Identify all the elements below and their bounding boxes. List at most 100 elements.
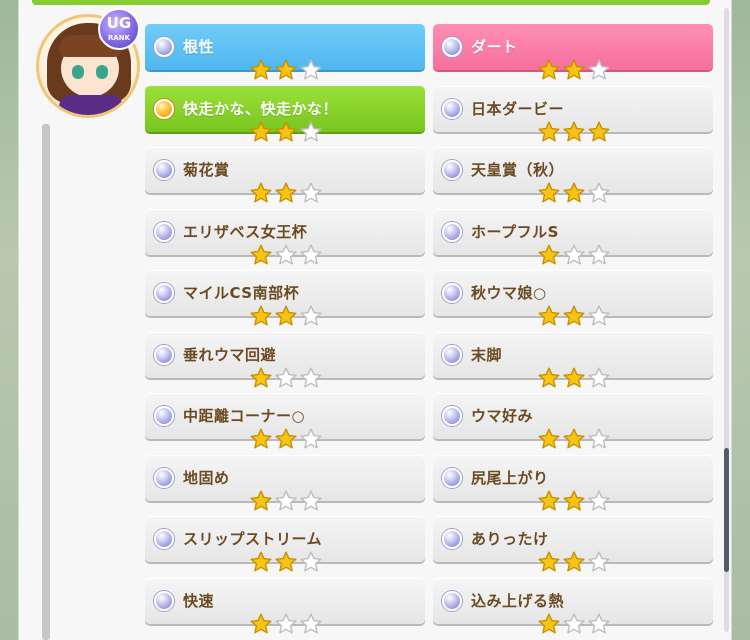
skill-gem-icon	[442, 344, 462, 365]
skill-cell: 根性	[145, 24, 425, 86]
star-filled-icon	[250, 244, 272, 264]
skill-gem-icon	[154, 37, 174, 57]
star-empty-icon	[563, 613, 585, 633]
star-filled-icon	[563, 551, 585, 572]
skill-star-rating	[537, 304, 611, 328]
star-filled-icon	[538, 490, 560, 510]
skill-star-rating	[249, 181, 323, 205]
star-filled-icon	[275, 305, 297, 326]
skill-star-rating	[249, 612, 323, 636]
star-filled-icon	[250, 613, 272, 633]
star-filled-icon	[563, 305, 585, 326]
star-filled-icon	[250, 367, 272, 387]
star-filled-icon	[538, 244, 560, 264]
skill-label: 快速	[183, 591, 215, 610]
skill-gem-icon	[154, 283, 174, 303]
star-empty-icon	[588, 182, 610, 203]
skill-label: エリザベス女王杯	[183, 222, 308, 241]
star-filled-icon	[275, 551, 297, 572]
skill-gem-icon	[442, 529, 462, 549]
star-filled-icon	[538, 613, 560, 633]
star-filled-icon	[250, 551, 272, 572]
skill-label: スリップストリーム	[183, 530, 323, 548]
skill-star-rating	[249, 550, 323, 574]
star-filled-icon	[275, 121, 297, 141]
star-filled-icon	[250, 121, 272, 141]
star-filled-icon	[538, 121, 560, 141]
skill-list: 根性 ダート 快走かな、快走かな！ 日本ダービー 菊花賞 天皇賞（秋） エリザベス女王杯 ホー…	[145, 24, 713, 640]
skill-star-rating	[249, 243, 323, 267]
skill-cell: 中距離コーナー○	[145, 393, 425, 455]
star-filled-icon	[250, 490, 272, 510]
skill-label: 末脚	[471, 345, 503, 364]
star-filled-icon	[538, 367, 560, 387]
star-empty-icon	[300, 182, 322, 203]
rank-number: 4	[132, 11, 137, 19]
skill-gem-icon	[442, 98, 462, 119]
star-empty-icon	[588, 244, 610, 264]
skill-label: 込み上げる熱	[471, 591, 565, 610]
skill-gem-icon	[154, 406, 174, 426]
skill-label: 垂れウマ回避	[183, 345, 277, 364]
skill-cell: ホープフルS	[433, 208, 713, 271]
skill-label: 快走かな、快走かな！	[183, 99, 339, 118]
star-filled-icon	[250, 305, 272, 326]
rank-caption: RANK	[107, 34, 131, 42]
star-filled-icon	[538, 59, 560, 80]
skill-label: 尻尾上がり	[471, 468, 549, 487]
top-accent-bar	[32, 0, 710, 5]
scrollbar-thumb[interactable]	[724, 448, 729, 572]
skill-cell: ウマ好み	[433, 393, 713, 455]
skill-star-rating	[249, 427, 323, 451]
skill-star-rating	[537, 366, 611, 390]
star-filled-icon	[275, 59, 297, 80]
skill-label: 根性	[183, 38, 215, 56]
skill-cell: マイルCS南部杯	[145, 270, 425, 332]
star-empty-icon	[300, 121, 322, 141]
skill-gem-icon	[154, 160, 174, 180]
skill-cell: 快走かな、快走かな！	[145, 85, 425, 148]
skill-gem-icon	[154, 529, 174, 549]
gold-gem-icon	[154, 98, 174, 119]
skill-label: ダート	[471, 38, 518, 56]
star-filled-icon	[250, 59, 272, 80]
skill-star-rating	[537, 612, 611, 636]
star-empty-icon	[300, 305, 322, 326]
skill-star-rating	[249, 120, 323, 144]
star-filled-icon	[563, 182, 585, 203]
skill-star-rating	[249, 304, 323, 328]
star-filled-icon	[538, 182, 560, 203]
star-filled-icon	[563, 367, 585, 387]
skill-cell: スリップストリーム	[145, 516, 425, 578]
skill-star-rating	[249, 58, 323, 82]
star-empty-icon	[300, 59, 322, 80]
star-empty-icon	[300, 367, 322, 387]
avatar-outfit	[59, 95, 123, 115]
skill-label: 地固め	[183, 468, 230, 487]
skill-gem-icon	[154, 344, 174, 365]
skill-star-rating	[537, 120, 611, 144]
skill-label: 中距離コーナー○	[183, 407, 306, 425]
avatar-eye-left	[72, 65, 84, 79]
star-empty-icon	[588, 367, 610, 387]
skill-star-rating	[537, 427, 611, 451]
star-empty-icon	[300, 244, 322, 264]
skill-gem-icon	[442, 160, 462, 180]
star-empty-icon	[275, 244, 297, 264]
star-empty-icon	[588, 613, 610, 633]
star-empty-icon	[588, 428, 610, 449]
star-empty-icon	[563, 244, 585, 264]
star-filled-icon	[563, 490, 585, 510]
skill-label: ウマ好み	[471, 407, 534, 425]
skill-label: ありったけ	[471, 530, 549, 548]
skill-star-rating	[537, 58, 611, 82]
star-empty-icon	[588, 59, 610, 80]
star-filled-icon	[275, 428, 297, 449]
rank-badge: 4 UG RANK	[98, 8, 140, 50]
star-empty-icon	[275, 367, 297, 387]
star-filled-icon	[250, 428, 272, 449]
star-filled-icon	[538, 551, 560, 572]
star-filled-icon	[563, 59, 585, 80]
skill-star-rating	[537, 489, 611, 513]
skill-label: 秋ウマ娘○	[471, 284, 547, 302]
